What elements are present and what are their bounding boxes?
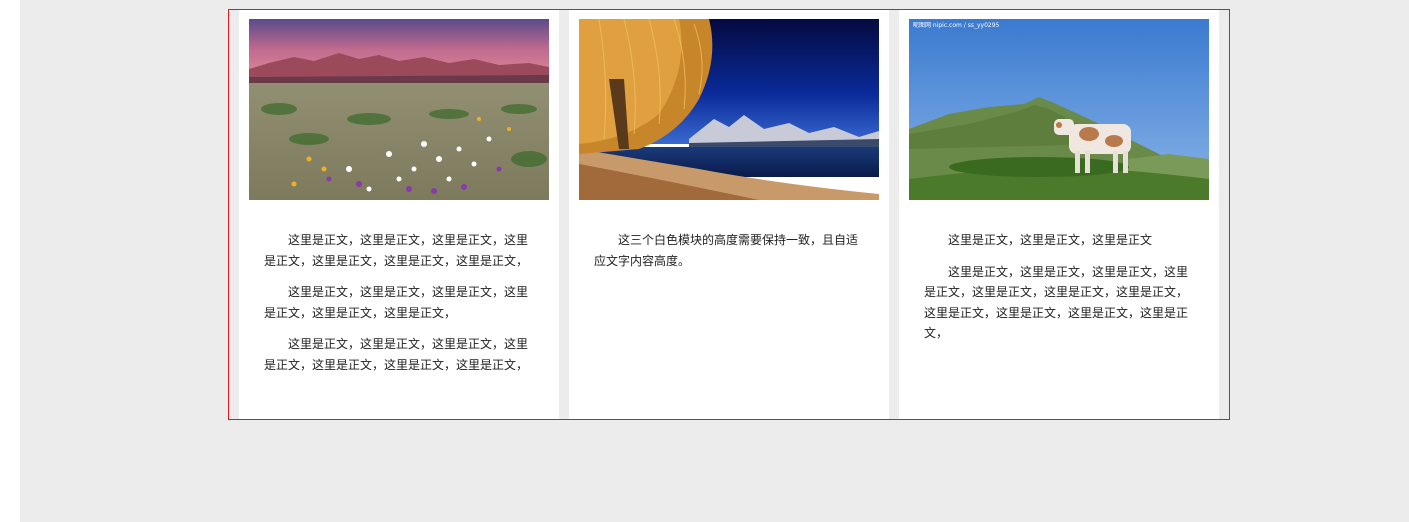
paragraph: 这里是正文，这里是正文，这里是正文，这里是正文，这里是正文，这里是正文，	[264, 285, 529, 320]
content-card-1: 这里是正文，这里是正文，这里是正文，这里是正文，这里是正文，这里是正文，这里是正…	[239, 10, 559, 419]
paragraph: 这里是正文，这里是正文，这里是正文，这里是正文，这里是正文，这里是正文，这里是正…	[264, 233, 529, 268]
card-3-text: 这里是正文，这里是正文，这里是正文 这里是正文，这里是正文，这里是正文，这里是正…	[924, 230, 1194, 355]
lake-willow-tree-image	[579, 19, 879, 200]
paragraph: 这里是正文，这里是正文，这里是正文，这里是正文，这里是正文，这里是正文，这里是正…	[924, 264, 1189, 341]
card-2-text: 这三个白色模块的高度需要保持一致，且自适应文字内容高度。	[594, 230, 864, 282]
cow-on-hill-image: 昵图网 nipic.com / ss_yy0295	[909, 19, 1209, 200]
image-watermark: 昵图网 nipic.com / ss_yy0295	[913, 22, 1000, 29]
content-card-2: 这三个白色模块的高度需要保持一致，且自适应文字内容高度。	[569, 10, 889, 419]
paragraph: 这里是正文，这里是正文，这里是正文	[948, 233, 1153, 247]
content-card-3: 昵图网 nipic.com / ss_yy0295 这里是正文，这里是正文，这里…	[899, 10, 1219, 419]
desert-wildflowers-image	[249, 19, 549, 200]
paragraph: 这里是正文，这里是正文，这里是正文，这里是正文，这里是正文，这里是正文，这里是正…	[264, 337, 529, 372]
three-column-container: 这里是正文，这里是正文，这里是正文，这里是正文，这里是正文，这里是正文， 这里是正…	[228, 9, 1230, 420]
paragraph: 这三个白色模块的高度需要保持一致，且自适应文字内容高度。	[594, 233, 859, 268]
card-1-text: 这里是正文，这里是正文，这里是正文，这里是正文，这里是正文，这里是正文，这里是正…	[264, 230, 534, 386]
